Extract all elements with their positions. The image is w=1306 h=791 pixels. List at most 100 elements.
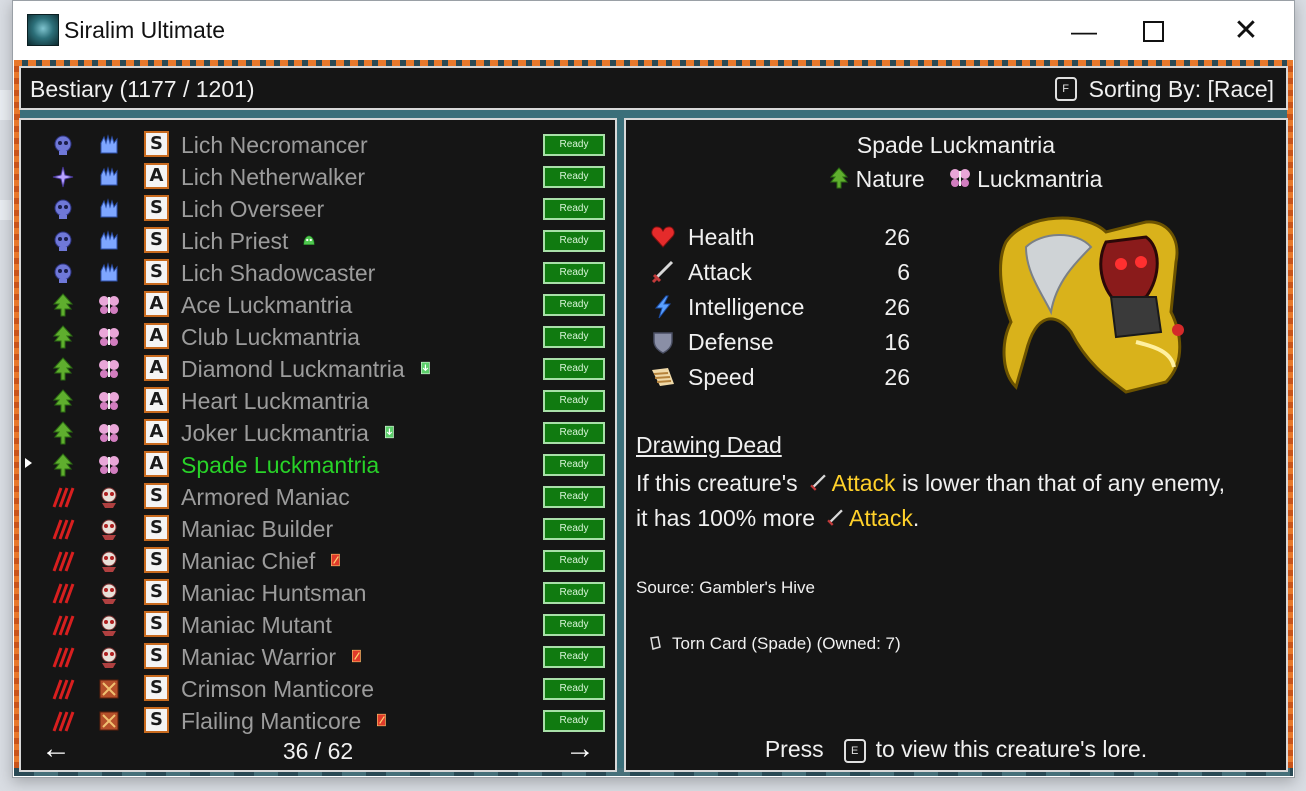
nature-leaf-icon [52,421,74,445]
luckmantria-butterfly-icon [99,392,119,410]
creature-name-text: Heart Luckmantria [181,388,369,414]
creature-row[interactable]: S Armored Maniac Ready [21,480,615,512]
maximize-button[interactable] [1130,9,1176,53]
rarity-icon: S [144,707,169,733]
creature-row[interactable]: S Lich Priest Ready [21,224,615,256]
green-card-icon [420,361,430,375]
creature-row[interactable]: S Maniac Mutant Ready [21,608,615,640]
game-viewport: Bestiary (1177 / 1201) F Sorting By: [Rac… [14,60,1293,776]
chaos-claw-icon [52,583,75,604]
creature-row[interactable]: S Lich Shadowcaster Ready [21,256,615,288]
creature-row[interactable]: S Maniac Builder Ready [21,512,615,544]
creature-name-label: Lich Necromancer [181,132,368,159]
app-window: Siralim Ultimate — ✕ Bestiary (1177 / 12… [12,0,1295,778]
maximize-icon [1142,20,1164,42]
torn-card-icon [650,636,661,650]
ready-badge: Ready [543,454,605,476]
nature-leaf-icon [52,453,74,477]
nature-leaf-icon [52,325,74,349]
stat-label: Attack [688,259,752,285]
death-hand-icon [100,134,118,154]
rarity-icon: S [144,483,169,509]
creature-name: Spade Luckmantria [856,132,1056,158]
sword-icon [809,474,826,491]
creature-name-text: Maniac Mutant [181,612,332,638]
lore-prompt[interactable]: Press Eto view this creature's lore. [626,736,1286,763]
death-hand-icon [100,230,118,250]
ready-badge: Ready [543,486,605,508]
creature-row[interactable]: A Diamond Luckmantria Ready [21,352,615,384]
ready-badge: Ready [543,582,605,604]
creature-row[interactable]: A Spade Luckmantria Ready [21,448,615,480]
creature-row[interactable]: A Club Luckmantria Ready [21,320,615,352]
nature-leaf-icon [52,293,74,317]
creature-row[interactable]: S Lich Necromancer Ready [21,128,615,160]
lich-skull-icon [54,263,72,283]
trait-text: is lower than that of any enemy, [901,470,1225,496]
rarity-icon: A [144,323,169,349]
creature-name-text: Maniac Builder [181,516,334,542]
creature-name-text: Maniac Chief [181,548,316,574]
creature-row[interactable]: S Flailing Manticore Ready [21,704,615,736]
manticore-icon [99,679,119,699]
creature-row[interactable]: S Crimson Manticore Ready [21,672,615,704]
creature-source: Source: Gambler's Hive [636,578,815,597]
ready-badge: Ready [543,326,605,348]
trait-text: it has 100% more [636,505,815,531]
creature-row[interactable]: S Maniac Warrior Ready [21,640,615,672]
creature-row[interactable]: A Ace Luckmantria Ready [21,288,615,320]
creature-name-text: Lich Shadowcaster [181,260,376,286]
rarity-icon: S [144,611,169,637]
rarity-icon: A [144,419,169,445]
creature-name-label: Spade Luckmantria [181,452,379,479]
creature-name-text: Crimson Manticore [181,676,374,702]
luckmantria-butterfly-icon [99,328,119,346]
next-page-arrow[interactable]: → [565,734,595,764]
creature-name-label: Club Luckmantria [181,324,360,351]
creature-name-label: Diamond Luckmantria [181,356,433,383]
creature-name-text: Lich Netherwalker [181,164,366,190]
rarity-icon: S [144,131,169,157]
nature-leaf-icon [52,357,74,381]
title-bar[interactable]: Siralim Ultimate — ✕ [13,1,1294,61]
bestiary-title: Bestiary (1177 / 1201) [30,76,255,102]
lich-skull-icon [54,231,72,251]
rarity-icon: S [144,547,169,573]
creature-name-text: Lich Priest [181,228,289,254]
sort-control[interactable]: F Sorting By: [Race] [1054,76,1274,103]
creature-name-label: Armored Maniac [181,484,350,511]
green-card-icon [384,425,394,439]
maniac-skull-icon [101,487,117,508]
lore-suffix: to view this creature's lore. [875,736,1148,762]
rarity-icon: A [144,451,169,477]
luckmantria-butterfly-icon [950,168,971,187]
lich-skull-icon [54,199,72,219]
ready-badge: Ready [543,134,605,156]
creature-name-label: Crimson Manticore [181,676,374,703]
creature-name-text: Maniac Huntsman [181,580,367,606]
creature-row[interactable]: S Maniac Huntsman Ready [21,576,615,608]
creature-row[interactable]: S Lich Overseer Ready [21,192,615,224]
stat-label: Health [688,224,755,250]
class-name: Nature [855,166,925,192]
creature-row[interactable]: A Lich Netherwalker Ready [21,160,615,192]
ready-badge: Ready [543,390,605,412]
creature-sprite [999,216,1184,394]
creature-name-label: Lich Netherwalker [181,164,365,191]
stat-attack: Attack 6 [650,255,910,289]
stat-value: 26 [884,364,910,390]
creature-name-text: Lich Overseer [181,196,325,222]
minimize-button[interactable]: — [1061,9,1107,53]
close-button[interactable]: ✕ [1223,9,1269,53]
rarity-icon: S [144,259,169,285]
maniac-skull-icon [101,551,117,572]
ready-badge: Ready [543,230,605,252]
sort-label: Sorting By: [Race] [1088,76,1274,102]
stat-value: 6 [897,259,910,285]
creature-row[interactable]: A Heart Luckmantria Ready [21,384,615,416]
creature-row[interactable]: A Joker Luckmantria Ready [21,416,615,448]
chaos-claw-icon [52,647,75,668]
creature-row[interactable]: S Maniac Chief Ready [21,544,615,576]
lore-prefix: Press [764,736,824,762]
trait-text: If this creature's [636,470,798,496]
